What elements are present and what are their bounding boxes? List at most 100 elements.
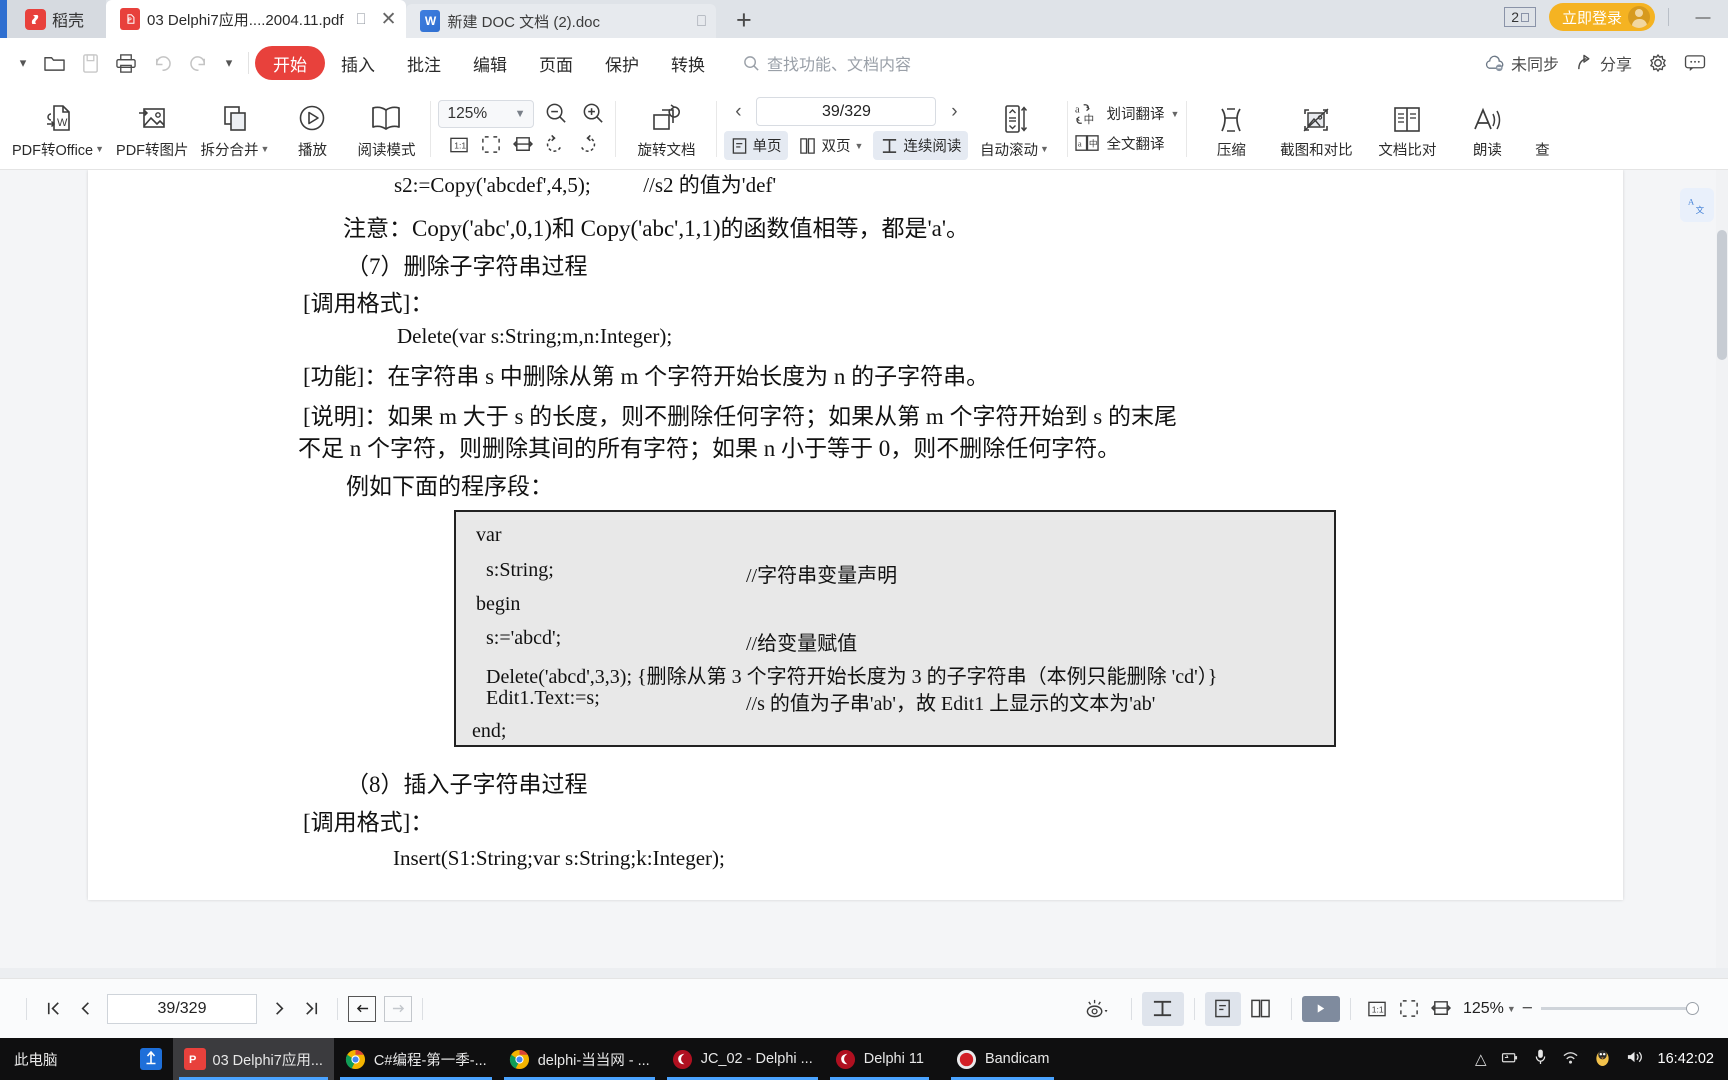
fit-width-button[interactable] [508,132,538,158]
status-fit-width-button[interactable] [1425,993,1457,1025]
taskbar-item-delphi11[interactable]: Delphi 11 [824,1038,935,1080]
status-page-input[interactable]: 39/329 [107,993,257,1024]
taskbar-item-chrome-csharp[interactable]: C#编程-第一季-... [334,1038,498,1080]
ribbon-auto-scroll-button[interactable]: 自动滚动 ▼ [968,91,1060,167]
ribbon-read-mode-button[interactable]: 阅读模式 [349,91,423,167]
zoom-level-select[interactable]: 125% ▼ [438,99,535,128]
menu-item-page[interactable]: 页面 [523,46,589,80]
undo-icon[interactable] [144,45,180,81]
ribbon-screenshot-compare-button[interactable]: 截图和对比 [1268,91,1364,167]
menu-item-protect[interactable]: 保护 [589,46,655,80]
microphone-icon[interactable] [1534,1048,1547,1070]
zoom-slider-knob[interactable] [1685,1002,1699,1015]
network-icon[interactable] [1561,1049,1580,1069]
translate-full-button[interactable]: a中 全文翻译 [1075,132,1179,155]
restore-icon[interactable]: ⎕ [697,13,706,30]
open-folder-icon[interactable] [36,45,72,81]
ribbon-search-doc-button[interactable]: 查 [1524,91,1560,167]
ribbon-play-button[interactable]: 播放 [275,91,349,167]
restore-icon[interactable]: ⎕ [357,11,366,28]
taskbar-item-this-pc[interactable]: 此电脑 [0,1038,69,1080]
menu-item-insert[interactable]: 插入 [325,46,391,80]
window-controls: — [1686,2,1720,32]
chevron-down-icon[interactable]: ▾ [10,55,36,71]
ribbon-document-compare-button[interactable]: 文档比对 [1364,91,1450,167]
windows-taskbar: 此电脑 P 03 Delphi7应用... C#编程-第一季-... delph… [0,1038,1728,1080]
status-play-button[interactable] [1301,995,1340,1022]
menu-item-comment[interactable]: 批注 [391,46,457,80]
save-icon[interactable] [72,45,108,81]
translate-panel-button[interactable]: A文 [1680,188,1714,222]
prev-page-button[interactable]: ‹ [724,101,752,123]
ribbon-split-merge-button[interactable]: 拆分合并 ▼ [195,91,276,167]
next-page-button[interactable]: › [940,101,968,123]
zoom-in-button[interactable] [578,101,608,127]
eye-protect-button[interactable] [1073,993,1121,1025]
new-tab-button[interactable]: + [716,5,772,36]
actual-size-button[interactable]: 1:1 [444,132,474,158]
redo-icon[interactable] [180,45,216,81]
back-button[interactable] [348,995,376,1022]
taskbar-item-chrome-delphi[interactable]: delphi-当当网 - ... [498,1038,661,1080]
view-mode-double-page[interactable]: 双页 ▼ [791,131,870,160]
document-tab-1[interactable]: W 新建 DOC 文档 (2).doc ⎕ [406,4,717,38]
sync-status-button[interactable]: 未同步 [1484,51,1559,75]
vertical-scrollbar-thumb[interactable] [1717,230,1727,360]
prev-page-button[interactable] [69,993,101,1025]
menu-item-edit[interactable]: 编辑 [457,46,523,80]
document-viewer[interactable]: s2:=Copy('abcdef',4,5); //s2 的值为'def' 注意… [0,170,1728,978]
close-icon[interactable]: ✕ [381,10,397,29]
page-number-input[interactable]: 39/329 [756,97,937,126]
horizontal-scrollbar[interactable] [0,968,1728,978]
share-button[interactable]: 分享 [1575,51,1632,75]
ribbon-rotate-document-button[interactable]: 旋转文档 [623,91,709,167]
feedback-button[interactable] [1684,54,1706,72]
status-actual-size-button[interactable]: 1:1 [1361,993,1393,1025]
rotate-right-button[interactable] [572,132,602,158]
volume-icon[interactable] [1625,1049,1644,1069]
menu-item-convert[interactable]: 转换 [655,46,721,80]
first-page-button[interactable] [37,993,69,1025]
zoom-out-button[interactable] [541,101,571,127]
status-double-page-button[interactable] [1241,993,1281,1025]
login-button[interactable]: 立即登录 [1548,3,1655,31]
menu-item-start[interactable]: 开始 [255,46,325,80]
taskbar-item-bandicam[interactable]: Bandicam [945,1038,1060,1080]
customize-icon[interactable]: ▾ [216,55,242,71]
pdf-to-image-icon [135,98,169,136]
view-mode-single-page[interactable]: 单页 [724,131,789,160]
translate-word-button[interactable]: a中 划词翻译 ▼ [1075,102,1179,125]
zoom-slider[interactable]: − + [1522,998,1712,1020]
status-continuous-button[interactable] [1141,991,1184,1026]
minimize-button[interactable]: — [1686,2,1720,32]
taskbar-item-tim[interactable] [129,1038,173,1080]
ribbon-pdf-to-office-button[interactable]: W PDF转Office ▼ [6,91,110,167]
ribbon-pdf-to-image-button[interactable]: PDF转图片 [110,91,195,167]
last-page-button[interactable] [295,993,327,1025]
taskbar-item-pdf[interactable]: P 03 Delphi7应用... [172,1038,334,1080]
battery-icon[interactable] [1501,1050,1520,1069]
ribbon-read-aloud-button[interactable]: 朗读 [1450,91,1524,167]
show-hidden-icons-icon[interactable]: △ [1475,1050,1487,1068]
window-count-badge[interactable]: 2 [1504,7,1536,27]
rotate-left-button[interactable] [540,132,570,158]
settings-button[interactable] [1648,53,1668,73]
next-page-button[interactable] [263,993,295,1025]
status-single-page-button[interactable] [1204,991,1241,1026]
view-mode-continuous[interactable]: 连续阅读 [873,131,969,160]
document-tab-0[interactable]: P 03 Delphi7应用....2004.11.pdf ⎕ ✕ [106,0,407,38]
ribbon-compress-button[interactable]: 压缩 [1194,91,1268,167]
home-tab[interactable]: 稻壳 [7,0,107,38]
vertical-scrollbar[interactable] [1716,170,1728,978]
search-input[interactable]: 查找功能、文档内容 [743,51,911,75]
taskbar-item-jc02-delphi[interactable]: JC_02 - Delphi ... [661,1038,824,1080]
fit-page-button[interactable] [476,132,506,158]
zoom-slider-track[interactable] [1540,1002,1699,1015]
qq-penguin-icon[interactable] [1594,1048,1611,1071]
forward-button[interactable] [384,995,412,1022]
status-fit-page-button[interactable] [1393,993,1425,1025]
status-zoom-select[interactable]: 125% ▼ [1463,1000,1516,1018]
zoom-minus-button[interactable]: − [1522,998,1533,1020]
taskbar-clock[interactable]: 16:42:02 [1658,1051,1714,1067]
print-icon[interactable] [108,45,144,81]
